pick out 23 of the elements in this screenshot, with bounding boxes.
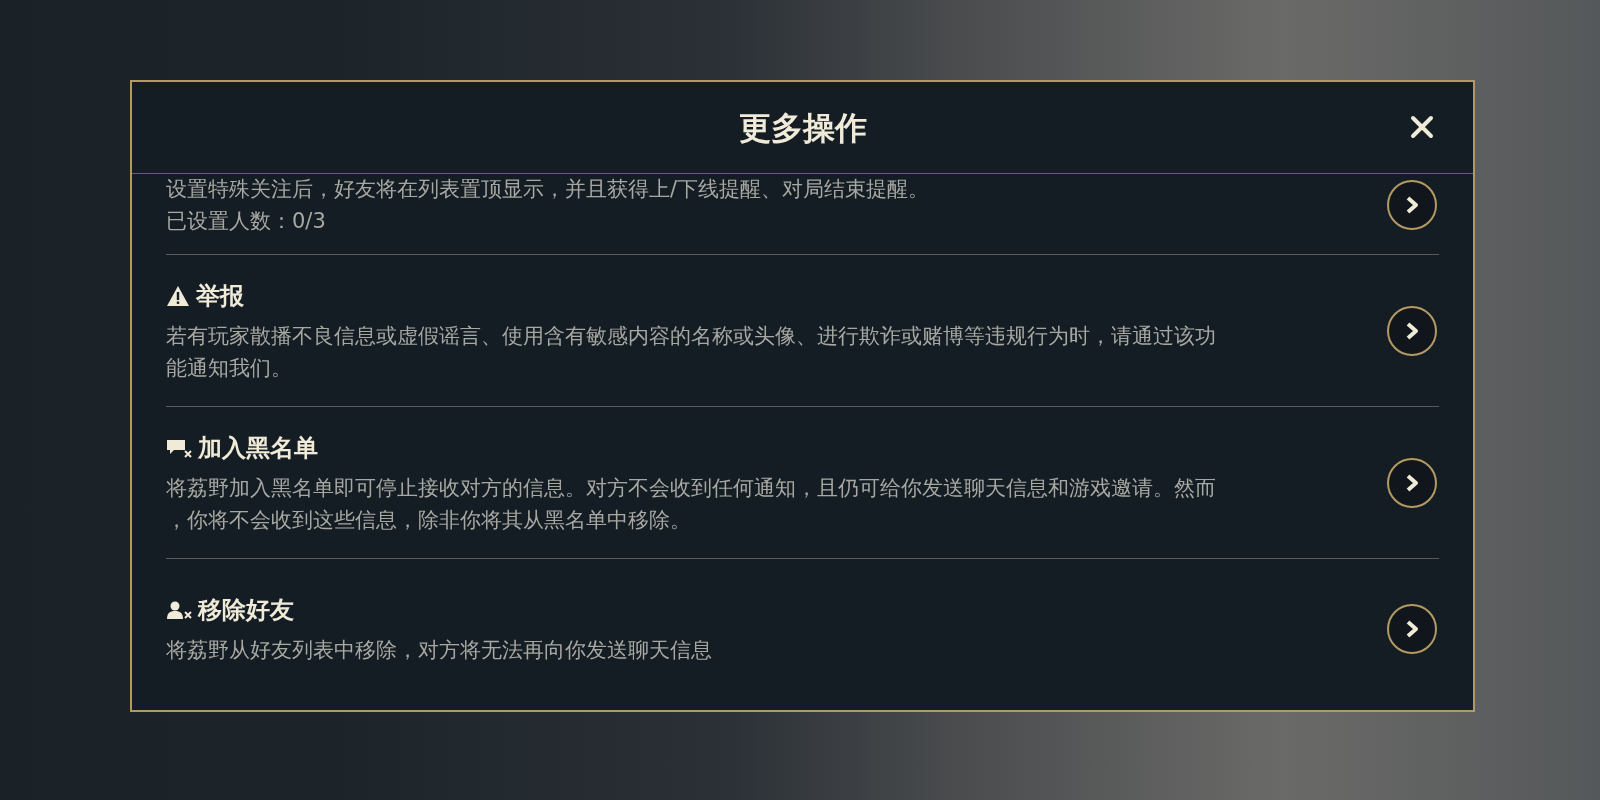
- arrow-button[interactable]: [1387, 180, 1437, 230]
- warning-icon: [166, 284, 190, 307]
- arrow-button[interactable]: [1387, 457, 1437, 508]
- option-description: ，你将不会收到这些信息，除非你将其从黑名单中移除。: [166, 506, 692, 534]
- remove-user-icon: [166, 599, 192, 620]
- chat-bubble-x-icon: [166, 437, 192, 458]
- option-title: 加入黑名单: [198, 432, 318, 464]
- option-description: 将荔野从好友列表中移除，对方将无法再向你发送聊天信息: [166, 636, 712, 664]
- option-description: 设置特殊关注后，好友将在列表置顶显示，并且获得上/下线提醒、对局结束提醒。: [166, 176, 930, 203]
- chevron-right-icon: [1405, 321, 1419, 340]
- arrow-button[interactable]: [1387, 603, 1437, 654]
- dialog-title: 更多操作: [738, 107, 867, 149]
- close-icon: [1410, 115, 1434, 139]
- option-description: 已设置人数：0/3: [166, 208, 327, 235]
- arrow-button[interactable]: [1387, 305, 1437, 356]
- option-description: 能通知我们。: [166, 354, 293, 382]
- chevron-right-icon: [1405, 196, 1419, 214]
- option-description: 若有玩家散播不良信息或虚假谣言、使用含有敏感内容的名称或头像、进行欺诈或赌博等违规行为时，请通过该功: [166, 322, 1216, 350]
- option-title: 举报: [196, 280, 244, 312]
- chevron-right-icon: [1405, 473, 1419, 492]
- option-title: 移除好友: [198, 594, 294, 626]
- chevron-right-icon: [1405, 619, 1419, 638]
- option-description: 将荔野加入黑名单即可停止接收对方的信息。对方不会收到任何通知，且仍可给你发送聊天信息和游戏邀请。然而: [166, 474, 1216, 502]
